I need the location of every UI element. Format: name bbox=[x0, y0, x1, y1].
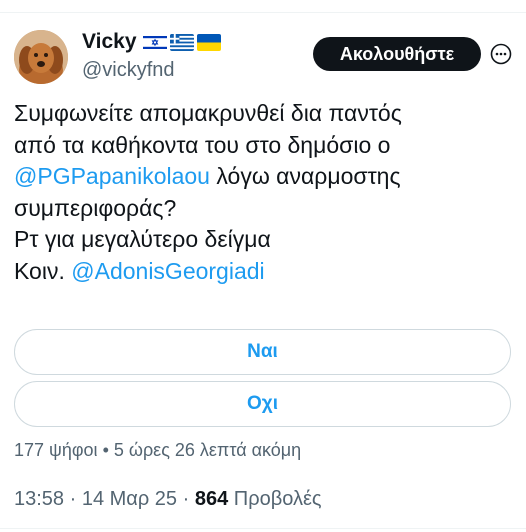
avatar[interactable] bbox=[14, 30, 68, 84]
separator: · bbox=[177, 488, 195, 510]
tweet-text-fragment: λόγω αναρμοστης bbox=[209, 163, 401, 189]
tweet-line: Ρτ για μεγαλύτερο δείγμα bbox=[14, 226, 271, 252]
separator: • bbox=[97, 440, 114, 460]
flag-emojis bbox=[142, 33, 221, 51]
separator: · bbox=[64, 488, 82, 510]
ukraine-flag-icon bbox=[196, 33, 221, 51]
tweet-line: από τα καθήκοντα του στο δημόσιο ο bbox=[14, 131, 391, 158]
views-count: 864 bbox=[194, 488, 229, 510]
poll-option-no[interactable]: Οχι bbox=[14, 381, 511, 427]
mention-link[interactable]: @AdonisGeorgiadi bbox=[71, 258, 264, 284]
dog-avatar-image bbox=[14, 30, 68, 84]
greece-flag-icon bbox=[169, 33, 194, 51]
poll-meta: 177 ψήφοι • 5 ώρες 26 λεπτά ακόμη bbox=[14, 440, 301, 461]
follow-button[interactable]: Ακολουθήστε bbox=[313, 37, 481, 71]
tweet-line: συμπεριφοράς? bbox=[14, 194, 177, 221]
top-divider bbox=[0, 0, 526, 13]
bottom-divider bbox=[0, 528, 526, 529]
display-name[interactable]: Vicky bbox=[82, 30, 137, 54]
poll-time-left: 5 ώρες 26 λεπτά ακόμη bbox=[113, 440, 302, 460]
tweet-line: Κοιν. @AdonisGeorgiadi bbox=[14, 256, 514, 288]
poll-votes: 177 ψήφοι bbox=[14, 440, 98, 460]
tweet-text: Συμφωνείτε απομακρυνθεί δια παντός από τ… bbox=[14, 98, 514, 287]
tweet-line: @PGPapanikolaou λόγω αναρμοστης bbox=[14, 161, 514, 193]
tweet-meta: 13:58 · 14 Μαρ 25 · 864 Προβολές bbox=[14, 488, 322, 511]
israel-flag-icon bbox=[142, 33, 167, 51]
tweet-time[interactable]: 13:58 bbox=[14, 488, 64, 510]
more-options-icon[interactable] bbox=[490, 43, 512, 65]
poll-option-yes[interactable]: Ναι bbox=[14, 329, 511, 375]
mention-link[interactable]: @PGPapanikolaou bbox=[14, 163, 210, 189]
tweet-text-fragment: Κοιν. bbox=[14, 257, 72, 284]
tweet-date[interactable]: 14 Μαρ 25 bbox=[82, 488, 177, 510]
author-name-row: Vicky bbox=[82, 30, 221, 54]
tweet-line: Συμφωνείτε απομακρυνθεί δια παντός bbox=[14, 100, 402, 126]
author-handle[interactable]: @vickyfnd bbox=[82, 59, 175, 82]
views-label: Προβολές bbox=[228, 488, 322, 510]
